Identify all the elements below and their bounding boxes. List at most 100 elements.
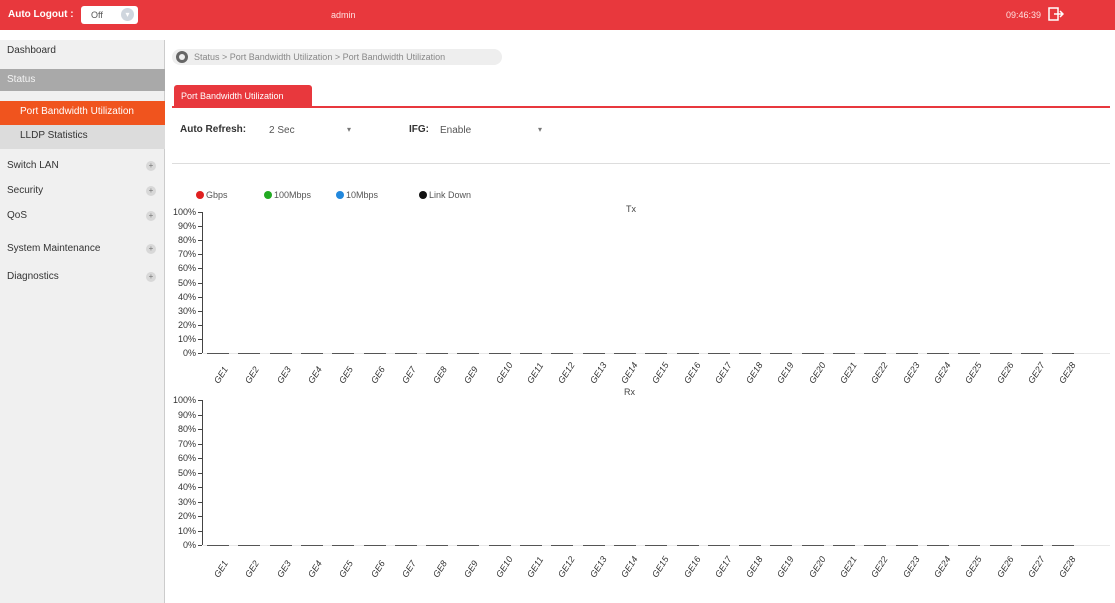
y-tick	[198, 501, 202, 503]
ifg-select[interactable]: Enable ▾	[440, 122, 548, 140]
y-tick	[198, 414, 202, 416]
x-tick-label: GE27	[1025, 360, 1047, 386]
bar-ge5	[332, 353, 355, 354]
y-tick	[198, 226, 202, 228]
clock: 09:46:39	[1006, 10, 1042, 20]
x-tick-label: GE13	[587, 360, 609, 386]
x-tick-label: GE9	[462, 364, 481, 386]
sidebar-item-lldp-statistics[interactable]: LLDP Statistics	[0, 125, 165, 149]
bar-ge28	[1052, 353, 1075, 354]
sidebar-item-diagnostics[interactable]: Diagnostics +	[0, 266, 165, 288]
sidebar-item-port-bandwidth-utilization[interactable]: Port Bandwidth Utilization	[0, 101, 165, 125]
x-tick-label: GE26	[994, 360, 1016, 386]
x-tick-label: GE25	[963, 360, 984, 386]
x-tick-label: GE14	[618, 360, 640, 386]
auto-logout-label: Auto Logout :	[8, 9, 74, 20]
sidebar-item-switch-lan[interactable]: Switch LAN +	[0, 155, 165, 177]
sidebar-item-label: Dashboard	[7, 45, 56, 56]
auto-logout-select[interactable]: Off ▾	[81, 6, 138, 24]
y-tick	[198, 400, 202, 401]
x-tick-label: GE24	[931, 554, 953, 580]
x-tick-label: GE22	[869, 360, 890, 386]
tab-label: Port Bandwidth Utilization	[181, 91, 284, 101]
x-tick-label: GE1	[212, 558, 231, 580]
legend-label: 10Mbps	[346, 190, 379, 200]
breadcrumb-text: Status > Port Bandwidth Utilization > Po…	[194, 52, 446, 62]
y-tick-label: 30%	[177, 305, 196, 316]
y-tick	[198, 310, 202, 312]
bar-ge1	[207, 545, 229, 546]
x-tick-label: GE18	[744, 360, 765, 386]
x-tick-label: GE24	[931, 360, 953, 386]
chevron-down-icon: ▾	[537, 125, 542, 134]
legend-dot	[196, 191, 204, 199]
bar-ge25	[958, 545, 981, 546]
y-tick-label: 20%	[177, 511, 196, 521]
x-tick-label: GE16	[681, 360, 703, 386]
x-tick-label: GE17	[712, 360, 734, 386]
x-tick-label: GE8	[431, 558, 450, 580]
sidebar-item-system-maintenance[interactable]: System Maintenance +	[0, 238, 165, 260]
auto-refresh-value: 2 Sec	[269, 125, 295, 136]
bar-ge2	[238, 353, 261, 354]
x-tick-label: GE26	[994, 554, 1016, 580]
x-tick-label: GE4	[305, 364, 324, 386]
auto-refresh-select[interactable]: 2 Sec ▾	[269, 122, 357, 140]
sidebar-item-dashboard[interactable]: Dashboard	[0, 40, 165, 62]
sidebar-item-label: Status	[7, 74, 36, 85]
legend-label: 100Mbps	[274, 190, 312, 200]
bar-ge17	[707, 545, 730, 546]
bar-ge27	[1020, 353, 1043, 354]
legend-dot	[336, 191, 344, 199]
bar-ge21	[833, 545, 855, 546]
tab-port-bandwidth-utilization[interactable]: Port Bandwidth Utilization	[174, 85, 312, 107]
chart-title: Tx	[626, 204, 636, 214]
expand-icon: +	[146, 244, 156, 254]
sidebar-item-security[interactable]: Security +	[0, 180, 165, 202]
y-tick-label: 50%	[177, 467, 196, 478]
x-tick-label: GE21	[838, 554, 859, 580]
x-tick-label: GE12	[556, 554, 577, 580]
y-tick-label: 50%	[177, 277, 196, 288]
y-tick-label: 0%	[182, 540, 196, 550]
sidebar-item-status[interactable]: Status	[0, 69, 165, 91]
sidebar-item-label: Diagnostics	[7, 271, 59, 282]
x-tick-label: GE15	[650, 554, 671, 580]
bar-ge15	[645, 545, 668, 546]
expand-icon: +	[146, 272, 156, 282]
ifg-value: Enable	[440, 125, 472, 136]
legend-item-gbps: Gbps	[196, 190, 228, 200]
bar-ge3	[269, 545, 292, 546]
y-tick-label: 30%	[177, 496, 196, 507]
bar-ge13	[582, 353, 605, 354]
x-tick-label: GE20	[806, 554, 828, 580]
x-tick-label: GE3	[274, 364, 293, 386]
chevron-down-icon: ▾	[346, 125, 351, 134]
y-tick	[198, 458, 202, 459]
x-tick-label: GE9	[462, 558, 481, 580]
x-tick-label: GE25	[963, 554, 984, 580]
bar-ge3	[269, 353, 292, 354]
sidebar-item-label: LLDP Statistics	[20, 130, 88, 141]
sidebar-item-qos[interactable]: QoS +	[0, 205, 165, 227]
bar-ge19	[770, 545, 793, 546]
x-tick-label: GE11	[525, 555, 546, 580]
y-tick	[198, 487, 202, 488]
bar-ge28	[1052, 545, 1075, 546]
y-tick-label: 100%	[172, 395, 196, 405]
username: admin	[331, 10, 356, 20]
legend-label: Gbps	[206, 190, 228, 200]
bar-ge14	[613, 353, 636, 354]
bar-ge24	[926, 353, 949, 354]
y-tick	[198, 353, 202, 354]
logout-icon[interactable]	[1048, 7, 1064, 21]
bar-ge13	[582, 545, 605, 546]
expand-icon: +	[146, 211, 156, 221]
bar-ge23	[895, 353, 918, 354]
x-tick-label: GE11	[525, 361, 546, 386]
x-tick-label: GE20	[806, 360, 828, 386]
y-tick-label: 40%	[177, 291, 196, 302]
y-tick	[198, 296, 202, 298]
bar-ge11	[520, 545, 542, 546]
bar-ge6	[363, 545, 386, 546]
